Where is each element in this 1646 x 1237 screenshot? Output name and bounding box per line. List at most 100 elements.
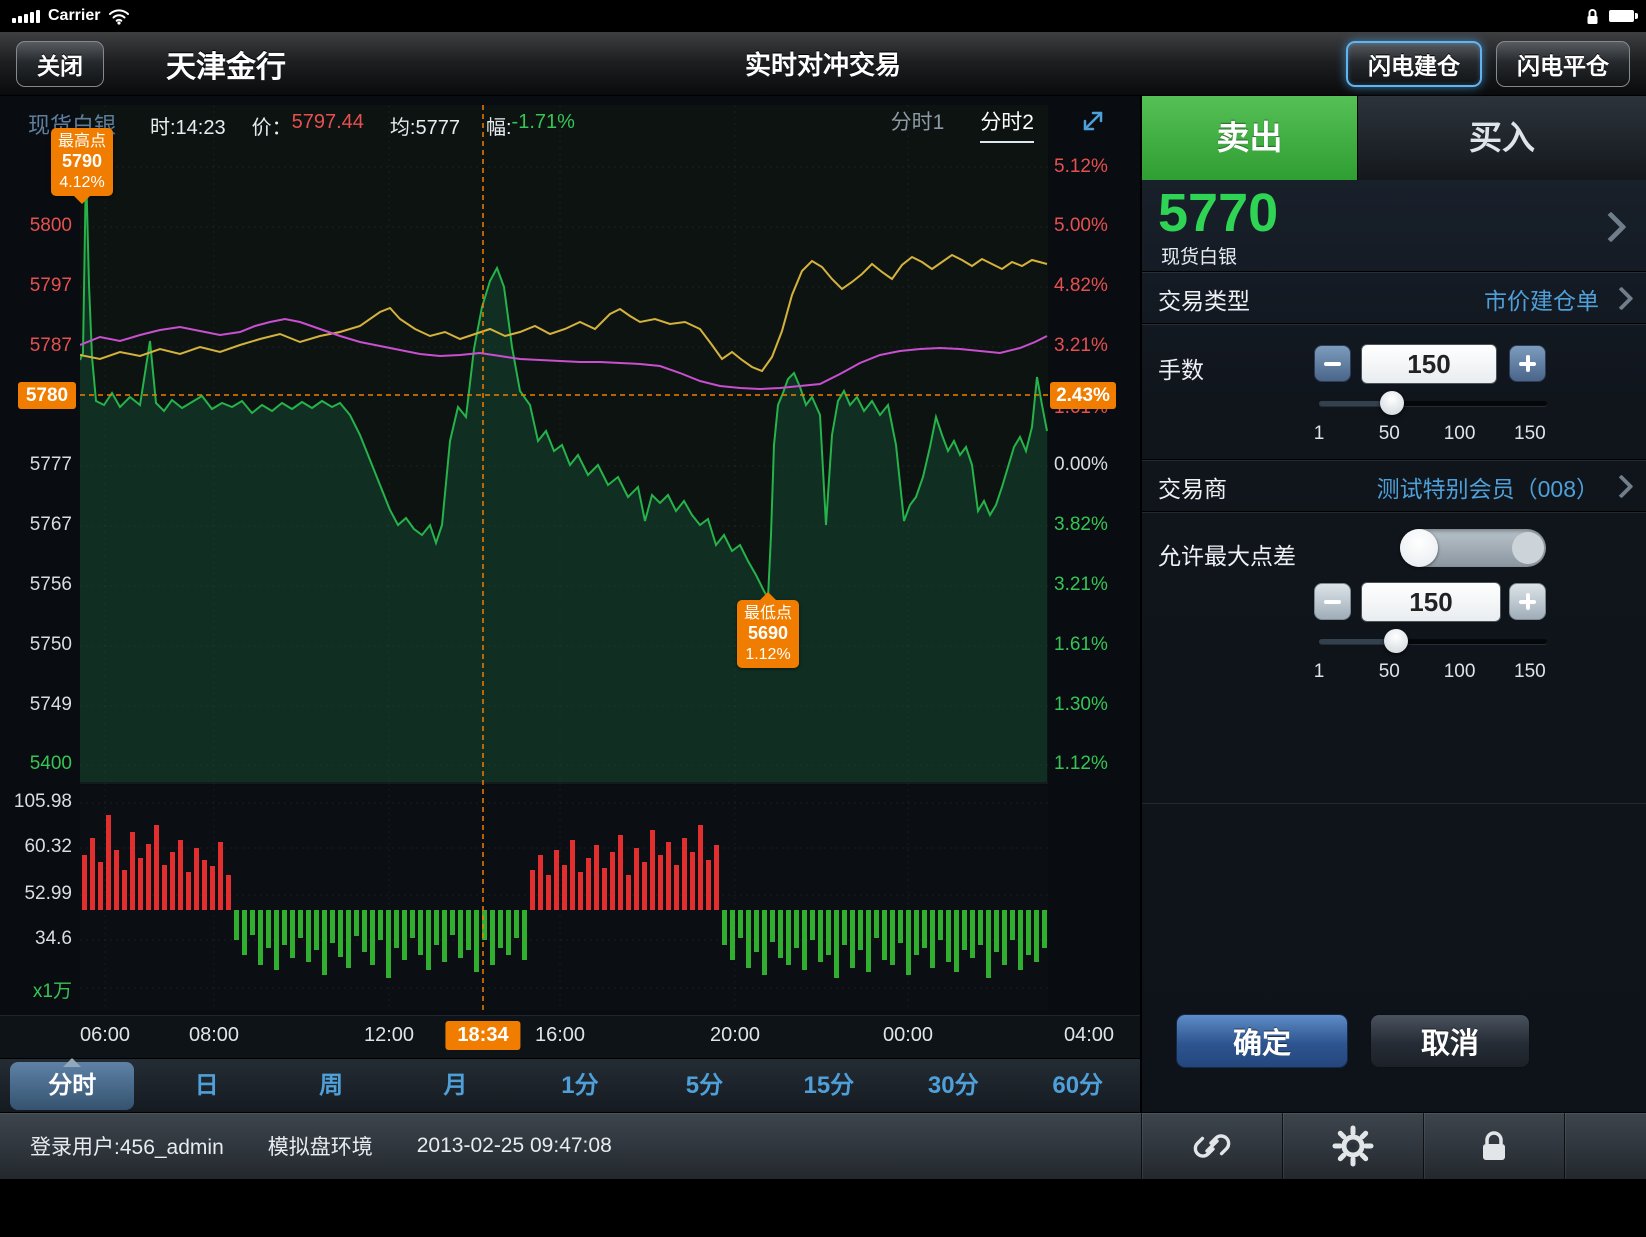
y-axis-label: 5787: [2, 335, 72, 357]
flash-open-button[interactable]: 闪电建仓: [1346, 41, 1482, 87]
chevron-right-icon: [1609, 286, 1633, 310]
pct-axis-label: 0.00%: [1054, 454, 1108, 476]
y-axis-label: 5767: [2, 514, 72, 536]
toggle-knob[interactable]: [1400, 529, 1438, 567]
quote-price-label: 价：: [252, 111, 292, 140]
chart-header: 现货白银 时:14:23 价：5797.44 均:5777 幅:-1.71% 分…: [0, 96, 1140, 146]
slider-tick: 50: [1379, 661, 1400, 683]
max-spread-toggle[interactable]: [1400, 529, 1546, 567]
datetime-label: 2013-02-25 09:47:08: [417, 1134, 612, 1158]
footer-bar: 登录用户:456_admin 模拟盘环境 2013-02-25 09:47:08: [0, 1112, 1646, 1179]
battery-icon: [1609, 10, 1634, 22]
trade-type-label: 交易类型: [1158, 282, 1250, 316]
spread-slider-ticks: 150100150: [1142, 661, 1646, 685]
lots-label: 手数: [1158, 351, 1204, 385]
tab-buy[interactable]: 买入: [1357, 96, 1646, 180]
broker-value[interactable]: 测试特别会员（008）: [1377, 470, 1599, 504]
lock-button[interactable]: [1423, 1113, 1564, 1179]
lock-status-icon: [1586, 8, 1599, 25]
chart-view-tab-2[interactable]: 分时2: [980, 106, 1034, 143]
lots-slider-ticks: 150100150: [1142, 423, 1646, 447]
lots-slider-thumb[interactable]: [1380, 391, 1404, 415]
quote-avg: 均:5777: [390, 111, 460, 140]
pct-axis-label: 3.21%: [1054, 574, 1108, 596]
y-axis-label: 5797: [2, 275, 72, 297]
period-tab[interactable]: 15分: [767, 1059, 891, 1113]
chevron-right-icon[interactable]: [1595, 211, 1626, 242]
y-axis-label: 34.6: [2, 928, 72, 950]
trade-type-value[interactable]: 市价建仓单: [1484, 282, 1599, 316]
price-instrument: 现货白银: [1161, 242, 1237, 269]
lots-input[interactable]: [1361, 344, 1497, 384]
period-tab[interactable]: 1分: [518, 1059, 642, 1113]
lots-minus-button[interactable]: [1314, 345, 1351, 382]
period-tab[interactable]: 60分: [1016, 1059, 1140, 1113]
login-user: 登录用户:456_admin: [30, 1131, 224, 1161]
trade-panel: 卖出 买入 5770 现货白银 交易类型 市价建仓单 手数: [1141, 96, 1646, 1112]
confirm-button[interactable]: 确定: [1176, 1014, 1348, 1068]
pct-axis-label: 3.82%: [1054, 514, 1108, 536]
y-axis-label: 5800: [2, 215, 72, 237]
link-icon: [1190, 1124, 1234, 1168]
pct-axis-label: 1.30%: [1054, 694, 1108, 716]
slider-tick: 50: [1379, 423, 1400, 445]
period-tab[interactable]: 分时: [10, 1062, 134, 1110]
pct-axis-label: 1.61%: [1054, 634, 1108, 656]
nav-bar: 关闭 天津金行 实时对冲交易 闪电建仓 闪电平仓: [0, 32, 1646, 96]
spread-input[interactable]: [1361, 582, 1501, 622]
slider-tick: 100: [1444, 423, 1476, 445]
expand-icon[interactable]: [1080, 108, 1106, 134]
settings-button[interactable]: [1282, 1113, 1423, 1179]
quote-range-value: -1.71%: [512, 111, 575, 140]
chart-view-tab-1[interactable]: 分时1: [891, 106, 945, 143]
spread-slider-thumb[interactable]: [1384, 629, 1408, 653]
y-axis-label: 5749: [2, 694, 72, 716]
period-tab[interactable]: 5分: [642, 1059, 766, 1113]
slider-tick: 100: [1444, 661, 1476, 683]
price-row[interactable]: 5770 现货白银: [1142, 180, 1646, 272]
y-axis-label: x1万: [2, 976, 72, 1003]
slider-tick: 1: [1314, 423, 1325, 445]
tab-sell[interactable]: 卖出: [1142, 96, 1357, 180]
pct-axis-label: 1.12%: [1054, 753, 1108, 775]
footer-icon-bar: [1141, 1113, 1646, 1179]
order-side-tabs: 卖出 买入: [1142, 96, 1646, 180]
slider-tick: 150: [1514, 423, 1546, 445]
slider-tick: 150: [1514, 661, 1546, 683]
chart-view-tabs: 分时1 分时2: [891, 106, 1034, 143]
toggle-track-knob: [1512, 532, 1544, 564]
slider-tick: 1: [1314, 661, 1325, 683]
right-axis: 5.12%5.00%4.82%3.21%1.61%0.00%3.82%3.21%…: [1052, 96, 1138, 1112]
spread-minus-button[interactable]: [1314, 583, 1351, 620]
y-axis-label: 52.99: [2, 883, 72, 905]
chart-annotation: 最低点56901.12%: [737, 600, 799, 668]
pct-axis-label: 4.82%: [1054, 275, 1108, 297]
y-axis-label: 60.32: [2, 836, 72, 858]
app-root: Carrier 关闭 天津金行 实时对冲交易 闪电建仓 闪电平仓 现货白银: [0, 0, 1646, 1237]
chart-annotation: 最高点57904.12%: [51, 128, 113, 196]
price-chart: [80, 105, 1048, 1010]
quote-info: 时:14:23 价：5797.44 均:5777 幅:-1.71%: [150, 111, 575, 140]
period-tab[interactable]: 30分: [891, 1059, 1015, 1113]
lots-plus-button[interactable]: [1509, 345, 1546, 382]
trade-type-row[interactable]: 交易类型 市价建仓单: [1142, 272, 1646, 324]
link-button[interactable]: [1141, 1113, 1282, 1179]
max-spread-section: 允许最大点差 150100150: [1142, 512, 1646, 804]
app-brand: 天津金行: [166, 42, 286, 86]
period-tab[interactable]: 月: [393, 1059, 517, 1113]
broker-label: 交易商: [1158, 470, 1227, 504]
period-tab[interactable]: 周: [269, 1059, 393, 1113]
flash-close-button[interactable]: 闪电平仓: [1496, 41, 1630, 87]
left-axis: 5958005797578757775767575657505749540010…: [0, 96, 78, 1112]
pct-axis-label: 5.12%: [1054, 156, 1108, 178]
footer-spacer: [1564, 1113, 1646, 1179]
quote-time: 时:14:23: [150, 111, 226, 140]
broker-row[interactable]: 交易商 测试特别会员（008）: [1142, 460, 1646, 512]
close-button[interactable]: 关闭: [16, 41, 104, 87]
spread-plus-button[interactable]: [1509, 583, 1546, 620]
period-tab[interactable]: 日: [144, 1059, 268, 1113]
cancel-button[interactable]: 取消: [1370, 1014, 1530, 1068]
current-price: 5770: [1158, 182, 1278, 244]
time-axis: 06:0008:0012:0016:0020:0000:0004:00: [0, 1015, 1140, 1059]
carrier-label: Carrier: [48, 7, 100, 25]
